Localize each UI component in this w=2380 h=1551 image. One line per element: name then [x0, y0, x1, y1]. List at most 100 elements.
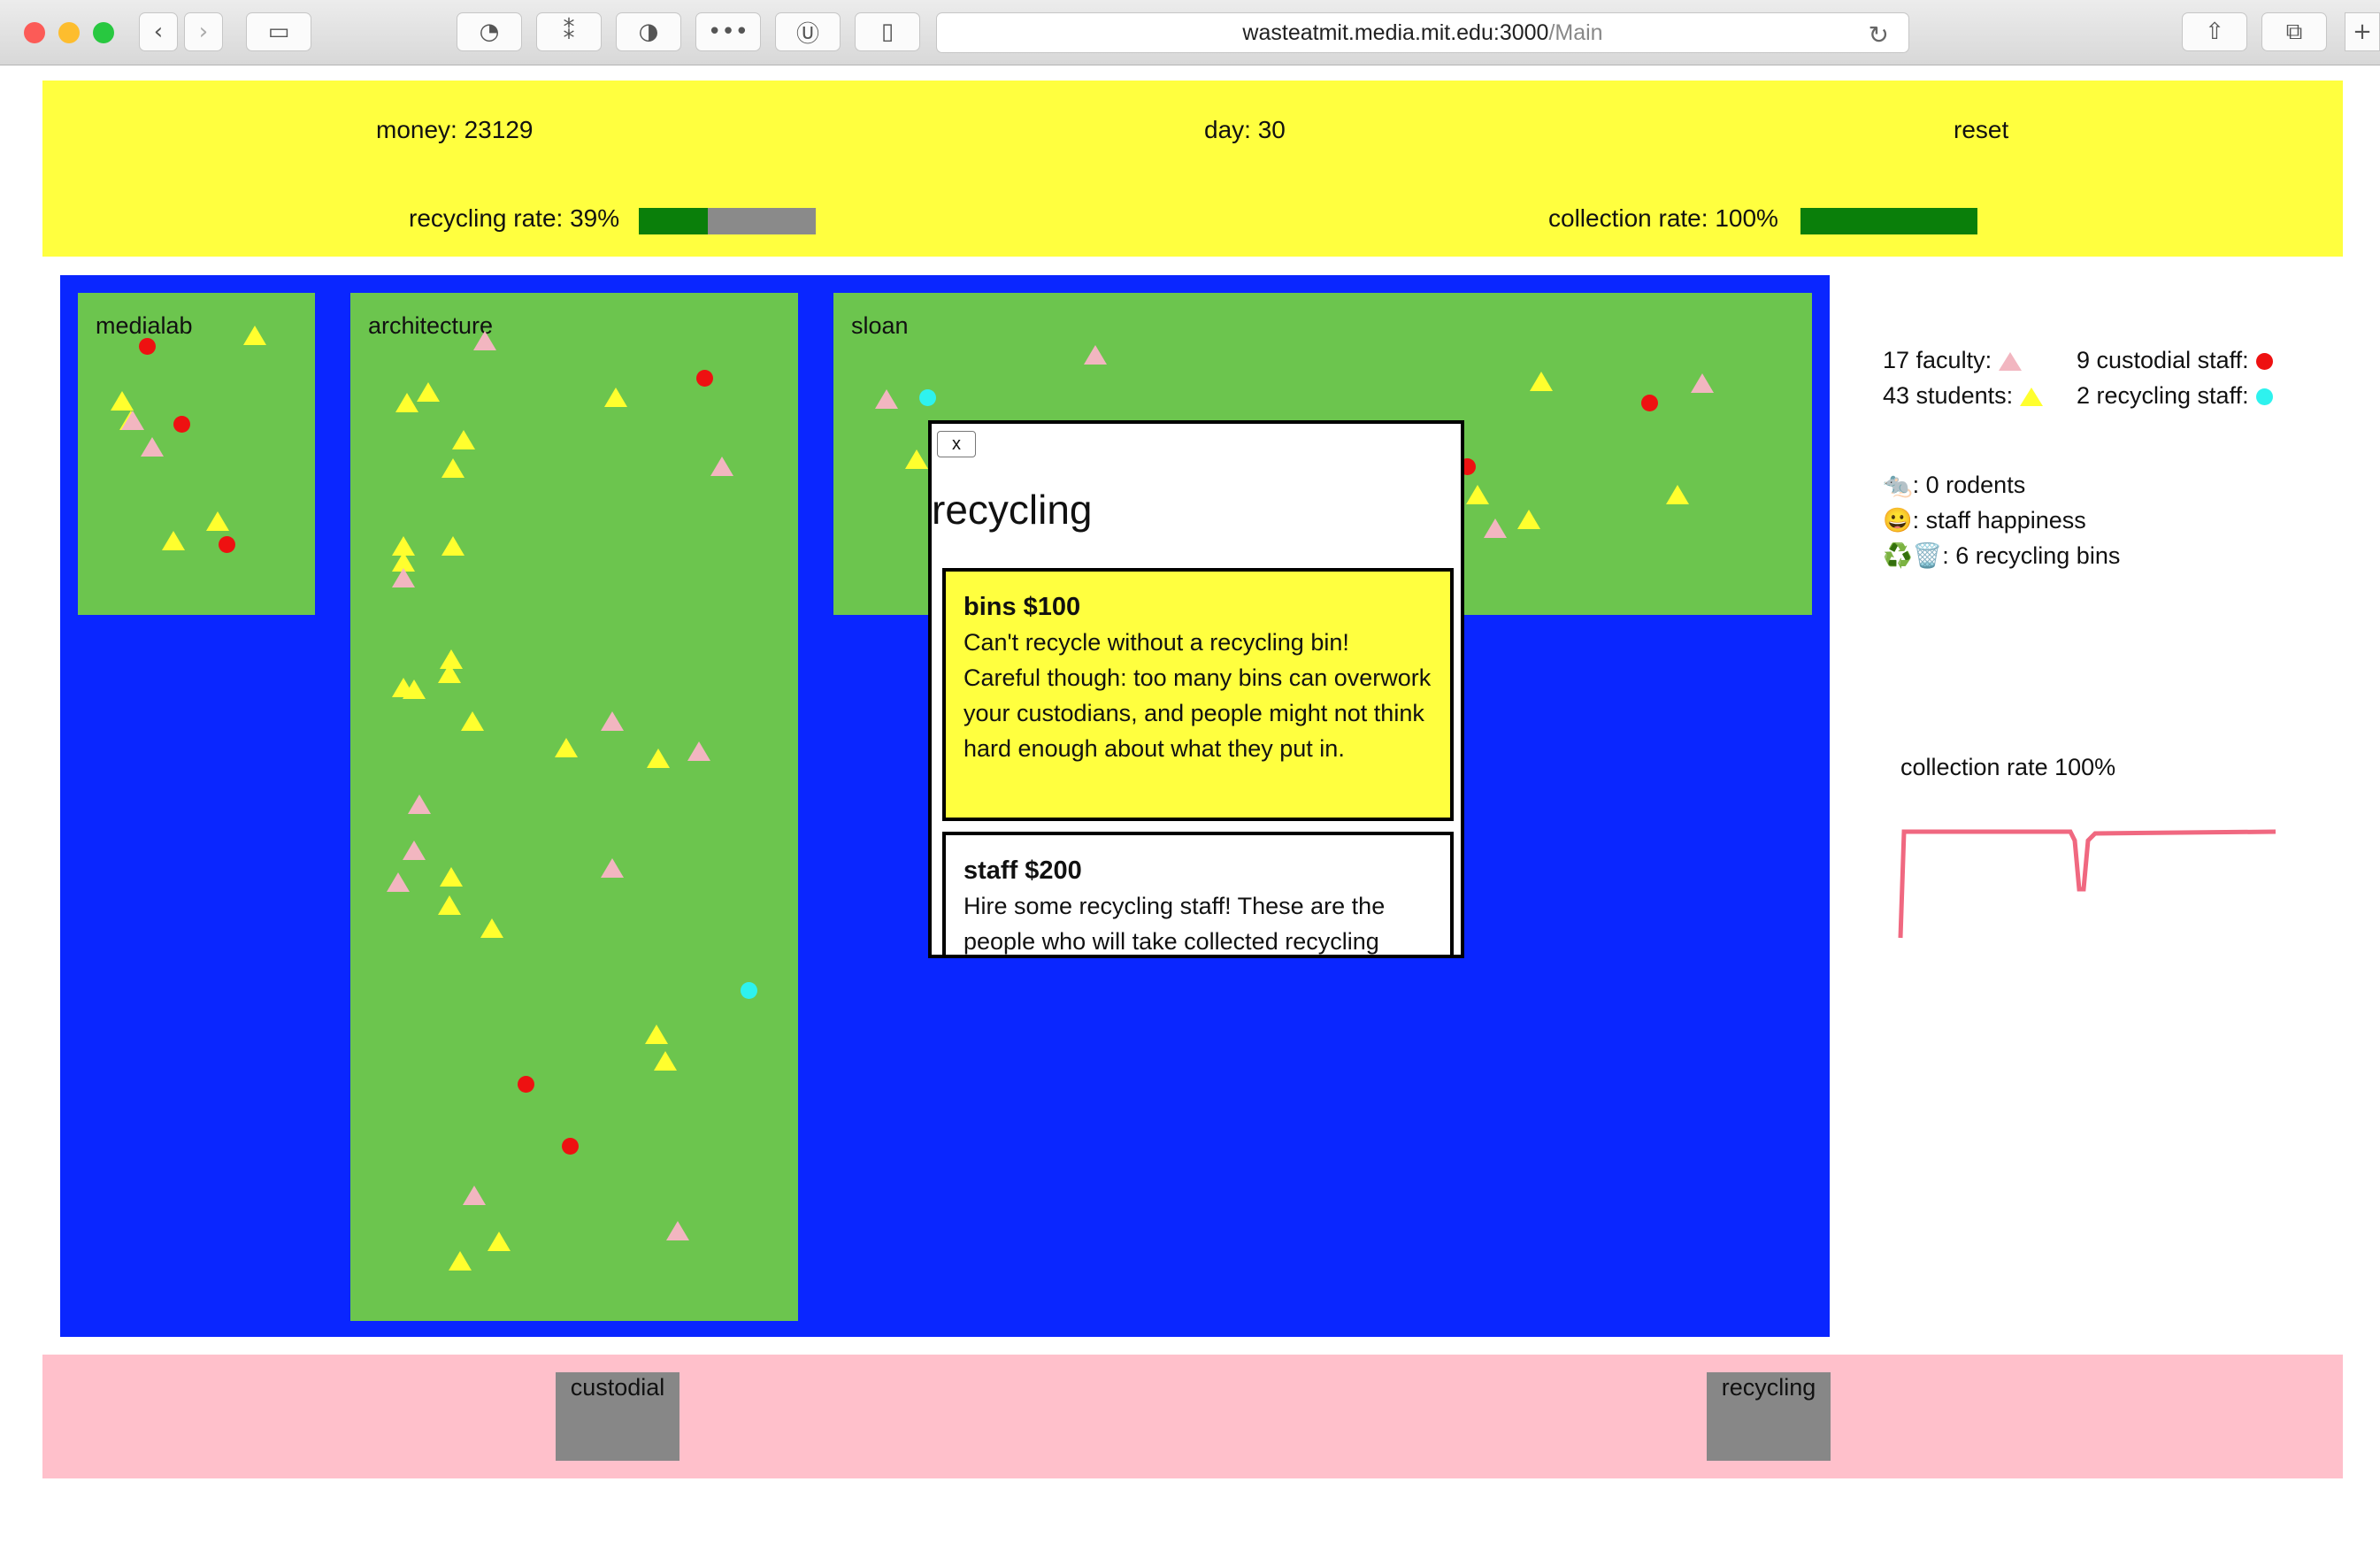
student-marker-icon: [438, 664, 461, 683]
student-marker-icon: [449, 1251, 472, 1271]
custodial-staff-marker-icon: [562, 1138, 579, 1155]
faculty-marker-icon: [463, 1186, 486, 1205]
student-marker-icon: [654, 1051, 677, 1071]
student-marker-icon: [1517, 510, 1540, 529]
staff-option-card[interactable]: staff $200 Hire some recycling staff! Th…: [942, 832, 1454, 955]
maximize-window-button[interactable]: [93, 22, 114, 43]
rodents-label: : 0 rodents: [1912, 472, 2026, 498]
smiley-icon: 😀: [1883, 507, 1913, 534]
faculty-marker-icon: [666, 1221, 689, 1240]
student-marker-icon: [403, 680, 426, 699]
faculty-marker-icon: [687, 741, 710, 761]
happiness-stat: 😀: staff happiness: [1883, 506, 2086, 534]
faculty-marker-icon: [387, 872, 410, 892]
student-marker-icon: [438, 895, 461, 915]
status-bar: money: 23129 day: 30 reset recycling rat…: [42, 81, 2343, 257]
recycling-staff-marker-icon: [741, 982, 757, 999]
faculty-marker-icon: [403, 841, 426, 860]
collection-rate-chart-label: collection rate 100%: [1900, 754, 2116, 780]
students-count: 43 students:: [1883, 382, 2044, 410]
faculty-count: 17 faculty:: [1883, 347, 2023, 374]
reload-icon[interactable]: ↻: [1869, 20, 1889, 50]
building-medialab[interactable]: medialab: [78, 293, 315, 615]
student-marker-icon: [111, 391, 134, 411]
recycling-rate-fill: [639, 208, 708, 234]
recycling-rate-label: recycling rate: 39%: [409, 204, 620, 232]
student-marker-icon: [440, 867, 463, 887]
bins-label: : 6 recycling bins: [1942, 542, 2121, 569]
faculty-marker-icon: [875, 389, 898, 409]
address-bar[interactable]: wasteatmit.media.mit.edu:3000/Main ↻: [936, 12, 1909, 53]
faculty-count-label: 17 faculty:: [1883, 347, 1992, 373]
faculty-marker-icon: [1484, 518, 1507, 538]
history-icon[interactable]: ◔: [457, 12, 522, 51]
student-marker-icon: [395, 393, 418, 412]
custodial-staff-marker-icon: [173, 416, 190, 433]
custodial-button[interactable]: custodial: [556, 1372, 679, 1461]
building-label: medialab: [96, 312, 193, 339]
student-marker-icon: [452, 430, 475, 449]
faculty-marker-icon: [392, 568, 415, 587]
faculty-marker-icon: [141, 437, 164, 457]
custodial-staff-marker-icon: [696, 370, 713, 387]
student-triangle-icon: [2020, 388, 2044, 407]
tabs-icon[interactable]: ⧉: [2261, 12, 2327, 51]
custodial-count-label: 9 custodial staff:: [2077, 347, 2249, 373]
reader-page-icon[interactable]: ▯: [855, 12, 920, 51]
happiness-label: : staff happiness: [1912, 507, 2086, 534]
modal-title: recycling: [932, 487, 1093, 533]
sidebar-icon[interactable]: ▭: [246, 12, 311, 51]
rodents-stat: 🐀: 0 rodents: [1883, 471, 2025, 499]
recycling-staff-dot-icon: [2255, 388, 2273, 406]
close-window-button[interactable]: [24, 22, 45, 43]
url-host: wasteatmit.media.mit.edu:3000: [1242, 19, 1549, 45]
minimize-window-button[interactable]: [58, 22, 80, 43]
rodent-icon: 🐀: [1883, 472, 1913, 498]
collection-rate-fill: [1800, 208, 1977, 234]
student-marker-icon: [441, 458, 464, 478]
staff-bar: custodial recycling: [42, 1355, 2343, 1478]
browser-toolbar: ‹ › ▭ ◔ ⁑ ◑ ••• Ⓤ ▯ wasteatmit.media.mit…: [0, 0, 2380, 65]
reset-button[interactable]: reset: [1954, 116, 2008, 144]
students-count-label: 43 students:: [1883, 382, 2014, 409]
bins-option-card[interactable]: bins $100 Can't recycle without a recycl…: [942, 568, 1454, 821]
forward-icon[interactable]: ›: [184, 12, 223, 51]
student-marker-icon: [461, 711, 484, 731]
card-description: Hire some recycling staff! These are the…: [964, 893, 1386, 955]
custodial-staff-marker-icon: [1641, 395, 1658, 411]
faculty-marker-icon: [601, 858, 624, 878]
student-marker-icon: [480, 918, 503, 938]
back-icon[interactable]: ‹: [139, 12, 178, 51]
student-marker-icon: [647, 749, 670, 768]
student-marker-icon: [1666, 485, 1689, 504]
student-marker-icon: [1466, 485, 1489, 504]
url-path: /Main: [1548, 19, 1603, 45]
student-marker-icon: [604, 388, 627, 407]
custodial-staff-marker-icon: [219, 536, 235, 553]
close-button[interactable]: x: [937, 431, 976, 457]
extension-asterisk-icon[interactable]: ⁑: [536, 12, 602, 51]
extension-u-icon[interactable]: Ⓤ: [775, 12, 841, 51]
extension-ghost-icon[interactable]: ◑: [616, 12, 681, 51]
money-label: money: 23129: [376, 116, 534, 143]
recycling-button[interactable]: recycling: [1707, 1372, 1831, 1461]
new-tab-icon[interactable]: +: [2345, 12, 2380, 51]
student-marker-icon: [645, 1025, 668, 1044]
extension-dots-icon[interactable]: •••: [695, 12, 761, 51]
trash-can-icon: 🗑️: [1912, 542, 1943, 569]
recycling-staff-count-label: 2 recycling staff:: [2077, 382, 2249, 409]
student-marker-icon: [555, 738, 578, 757]
custodial-count: 9 custodial staff:: [2077, 347, 2273, 374]
faculty-marker-icon: [601, 711, 624, 731]
share-icon[interactable]: ⇧: [2182, 12, 2247, 51]
collection-rate-label: collection rate: 100%: [1548, 204, 1778, 232]
bins-stat: ♻️🗑️: 6 recycling bins: [1883, 541, 2120, 570]
card-description: Can't recycle without a recycling bin! C…: [964, 629, 1432, 762]
card-title: staff $200: [964, 856, 1082, 885]
faculty-marker-icon: [1691, 373, 1714, 393]
recycling-staff-marker-icon: [919, 389, 936, 406]
collection-rate-bar: [1800, 208, 1977, 234]
recycling-rate-bar: [639, 208, 816, 234]
faculty-marker-icon: [121, 411, 144, 430]
building-architecture[interactable]: architecture: [350, 293, 798, 1321]
